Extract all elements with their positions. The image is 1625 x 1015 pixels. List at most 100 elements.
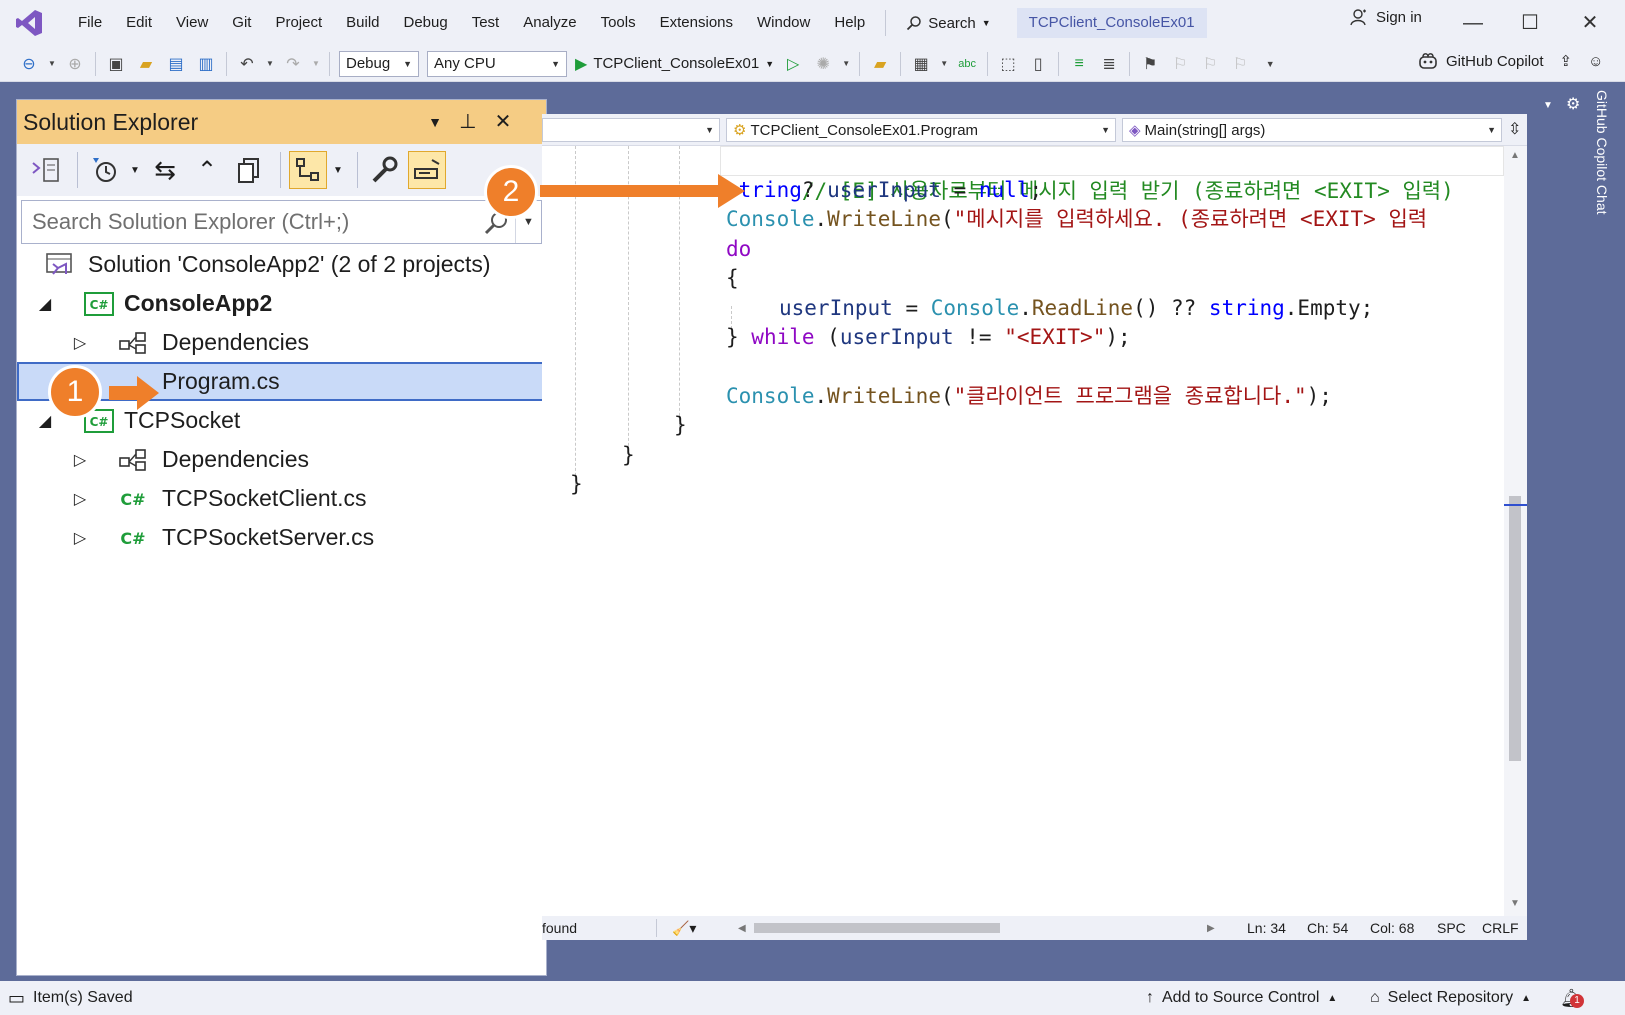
- menu-window[interactable]: Window: [745, 8, 822, 38]
- menu-project[interactable]: Project: [263, 8, 334, 38]
- dropdown-arrow-icon[interactable]: ▼: [841, 52, 851, 76]
- member-select[interactable]: ◈ Main(string[] args) ▼: [1122, 118, 1502, 142]
- code-cleanup-icon[interactable]: 🧹▾: [672, 920, 696, 937]
- preview-selected-items-icon[interactable]: [408, 151, 446, 189]
- save-icon[interactable]: ▤: [164, 52, 188, 76]
- menu-view[interactable]: View: [164, 8, 220, 38]
- browse-folder-icon[interactable]: ▰: [868, 52, 892, 76]
- next-bookmark-icon[interactable]: ⚐: [1198, 52, 1222, 76]
- dropdown-arrow-icon[interactable]: ▼: [939, 52, 949, 76]
- menu-debug[interactable]: Debug: [392, 8, 460, 38]
- project-context-select[interactable]: ▼: [542, 118, 720, 142]
- undo-icon[interactable]: ↶: [235, 52, 259, 76]
- tree-item-tcpsocketclient-cs[interactable]: ▷ C# TCPSocketClient.cs: [17, 479, 546, 518]
- feedback-icon[interactable]: ☺: [1588, 53, 1603, 70]
- scroll-left-icon[interactable]: ◀: [738, 923, 746, 934]
- notifications-button[interactable]: 🔔︎ 1: [1560, 988, 1584, 1009]
- redo-icon[interactable]: ↷: [281, 52, 305, 76]
- add-to-source-control-button[interactable]: ↑ Add to Source Control ▲: [1146, 989, 1337, 1007]
- type-select[interactable]: ⚙ TCPClient_ConsoleEx01.Program ▼: [726, 118, 1116, 142]
- window-position-dropdown-icon[interactable]: ▼: [421, 108, 449, 136]
- menu-analyze[interactable]: Analyze: [511, 8, 588, 38]
- maximize-icon[interactable]: ☐: [1510, 6, 1550, 40]
- search-button[interactable]: Search ▼: [894, 15, 1002, 32]
- properties-wrench-icon[interactable]: [366, 151, 404, 189]
- vertical-scrollbar[interactable]: ▲ ▼: [1504, 146, 1527, 916]
- copilot-chat-side-tab[interactable]: GitHub Copilot Chat: [1590, 90, 1620, 970]
- tree-item-dependencies[interactable]: ▷ Dependencies: [17, 323, 546, 362]
- menu-build[interactable]: Build: [334, 8, 391, 38]
- dropdown-arrow-icon[interactable]: ▼: [47, 52, 57, 76]
- collapsed-caret-icon[interactable]: ▷: [70, 528, 90, 548]
- menu-help[interactable]: Help: [822, 8, 877, 38]
- navigate-forward-icon[interactable]: ⊕: [63, 52, 87, 76]
- pin-icon[interactable]: ⊥: [454, 108, 482, 136]
- whitespace-indicator[interactable]: SPC: [1437, 920, 1466, 936]
- sync-active-document-icon[interactable]: ⇆: [146, 151, 184, 189]
- start-without-debugging-icon[interactable]: ▷: [781, 52, 805, 76]
- tree-item-tcpsocketserver-cs[interactable]: ▷ C# TCPSocketServer.cs: [17, 518, 546, 557]
- tree-item-dependencies[interactable]: ▷ Dependencies: [17, 440, 546, 479]
- scroll-up-icon[interactable]: ▲: [1510, 150, 1520, 161]
- switch-views-icon[interactable]: [27, 151, 65, 189]
- output-window-icon[interactable]: ▭: [8, 988, 25, 1009]
- column-indicator[interactable]: Col: 68: [1370, 920, 1414, 936]
- char-indicator[interactable]: Ch: 54: [1307, 920, 1348, 936]
- select-repository-button[interactable]: ⌂ Select Repository ▲: [1370, 989, 1531, 1007]
- previous-bookmark-icon[interactable]: ⚐: [1168, 52, 1192, 76]
- menu-git[interactable]: Git: [220, 8, 263, 38]
- close-panel-icon[interactable]: ✕: [489, 108, 517, 136]
- split-editor-icon[interactable]: ⇳: [1508, 119, 1521, 139]
- comment-lines-icon[interactable]: ≡: [1067, 52, 1091, 76]
- collapsed-caret-icon[interactable]: ▷: [70, 450, 90, 470]
- scroll-down-icon[interactable]: ▼: [1510, 898, 1520, 909]
- horizontal-scrollbar-thumb[interactable]: [754, 923, 1000, 933]
- clear-bookmarks-icon[interactable]: ⚐: [1228, 52, 1252, 76]
- tree-item-solution[interactable]: Solution 'ConsoleApp2' (2 of 2 projects): [17, 245, 546, 284]
- dropdown-arrow-icon[interactable]: ▼: [331, 151, 345, 189]
- hot-reload-icon[interactable]: ✺: [811, 52, 835, 76]
- dropdown-arrow-icon[interactable]: ▼: [265, 52, 275, 76]
- collapse-all-icon[interactable]: ⌃: [188, 151, 226, 189]
- share-icon[interactable]: ⇪: [1560, 52, 1573, 70]
- dropdown-arrow-icon[interactable]: ▼: [128, 151, 142, 189]
- minimize-icon[interactable]: —: [1453, 6, 1493, 40]
- new-project-icon[interactable]: ▣: [104, 52, 128, 76]
- start-debugging-button[interactable]: ▶ TCPClient_ConsoleEx01 ▼: [575, 54, 774, 74]
- configuration-select[interactable]: Debug ▼: [339, 50, 419, 77]
- visual-studio-logo-icon[interactable]: [14, 8, 44, 38]
- spell-check-icon[interactable]: abc: [955, 52, 979, 76]
- save-all-icon[interactable]: ▥: [194, 52, 218, 76]
- navigate-back-icon[interactable]: ⊖: [17, 52, 41, 76]
- open-folder-icon[interactable]: ▰: [134, 52, 158, 76]
- menu-test[interactable]: Test: [460, 8, 512, 38]
- tree-item-project-consoleapp2[interactable]: ◢ C# ConsoleApp2: [17, 284, 546, 323]
- github-copilot-button[interactable]: GitHub Copilot ⇪ ☺: [1418, 52, 1603, 70]
- collapsed-caret-icon[interactable]: ▷: [70, 489, 90, 509]
- settings-gear-icon[interactable]: ⚙: [1566, 94, 1580, 114]
- code-text-area[interactable]: // [E] 사용자로부터 메시지 입력 받기 (종료하려면 <EXIT> 입력…: [542, 146, 1504, 916]
- collapsed-caret-icon[interactable]: ▷: [70, 333, 90, 353]
- dropdown-arrow-icon[interactable]: ▼: [311, 52, 321, 76]
- select-element-icon[interactable]: ⬚: [996, 52, 1020, 76]
- toolbar-overflow-icon[interactable]: ▼: [1258, 52, 1282, 76]
- platform-select[interactable]: Any CPU ▼: [427, 50, 567, 77]
- close-window-icon[interactable]: ✕: [1570, 6, 1610, 40]
- solution-explorer-search-input[interactable]: Search Solution Explorer (Ctrl+;) ▼: [21, 200, 542, 244]
- menu-edit[interactable]: Edit: [114, 8, 164, 38]
- bookmark-icon[interactable]: ⚑: [1138, 52, 1162, 76]
- expanded-caret-icon[interactable]: ◢: [35, 294, 55, 314]
- uncomment-lines-icon[interactable]: ≣: [1097, 52, 1121, 76]
- class-view-toggle-icon[interactable]: [289, 151, 327, 189]
- show-all-files-icon[interactable]: [230, 151, 268, 189]
- menu-tools[interactable]: Tools: [589, 8, 648, 38]
- line-ending-indicator[interactable]: CRLF: [1482, 920, 1519, 936]
- sign-in-button[interactable]: Sign in: [1350, 8, 1422, 26]
- scrollbar-thumb[interactable]: [1509, 496, 1521, 761]
- expanded-caret-icon[interactable]: ◢: [35, 411, 55, 431]
- menu-extensions[interactable]: Extensions: [648, 8, 745, 38]
- menu-file[interactable]: File: [66, 8, 114, 38]
- document-overflow-icon[interactable]: ▼: [1543, 100, 1553, 111]
- scroll-right-icon[interactable]: ▶: [1207, 923, 1215, 934]
- pending-changes-filter-icon[interactable]: [86, 151, 124, 189]
